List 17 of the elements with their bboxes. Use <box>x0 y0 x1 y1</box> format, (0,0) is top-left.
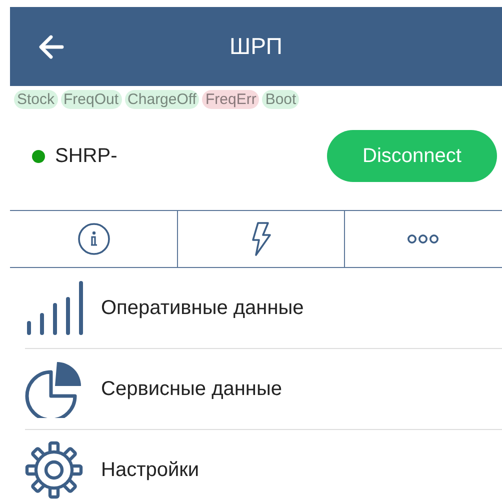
screen-title: ШРП <box>230 33 282 59</box>
pie-chart-icon <box>25 360 83 418</box>
status-tag: Stock <box>14 90 58 109</box>
back-icon[interactable] <box>38 34 64 60</box>
gear-icon <box>25 441 83 499</box>
status-tag: FreqOut <box>60 90 122 109</box>
device-name: SHRP- <box>55 144 118 168</box>
lightning-icon <box>250 221 272 257</box>
more-icon <box>407 234 440 244</box>
info-icon <box>76 222 111 256</box>
status-tag: FreqErr <box>202 90 260 109</box>
signal-bars-icon <box>25 279 83 337</box>
menu-item[interactable]: Сервисные данные <box>101 378 282 400</box>
status-tag: ChargeOff <box>124 90 200 109</box>
menu-item[interactable]: Оперативные данные <box>101 296 304 320</box>
menu-item[interactable]: Настройки <box>101 458 200 482</box>
status-tag: Boot <box>262 90 300 109</box>
